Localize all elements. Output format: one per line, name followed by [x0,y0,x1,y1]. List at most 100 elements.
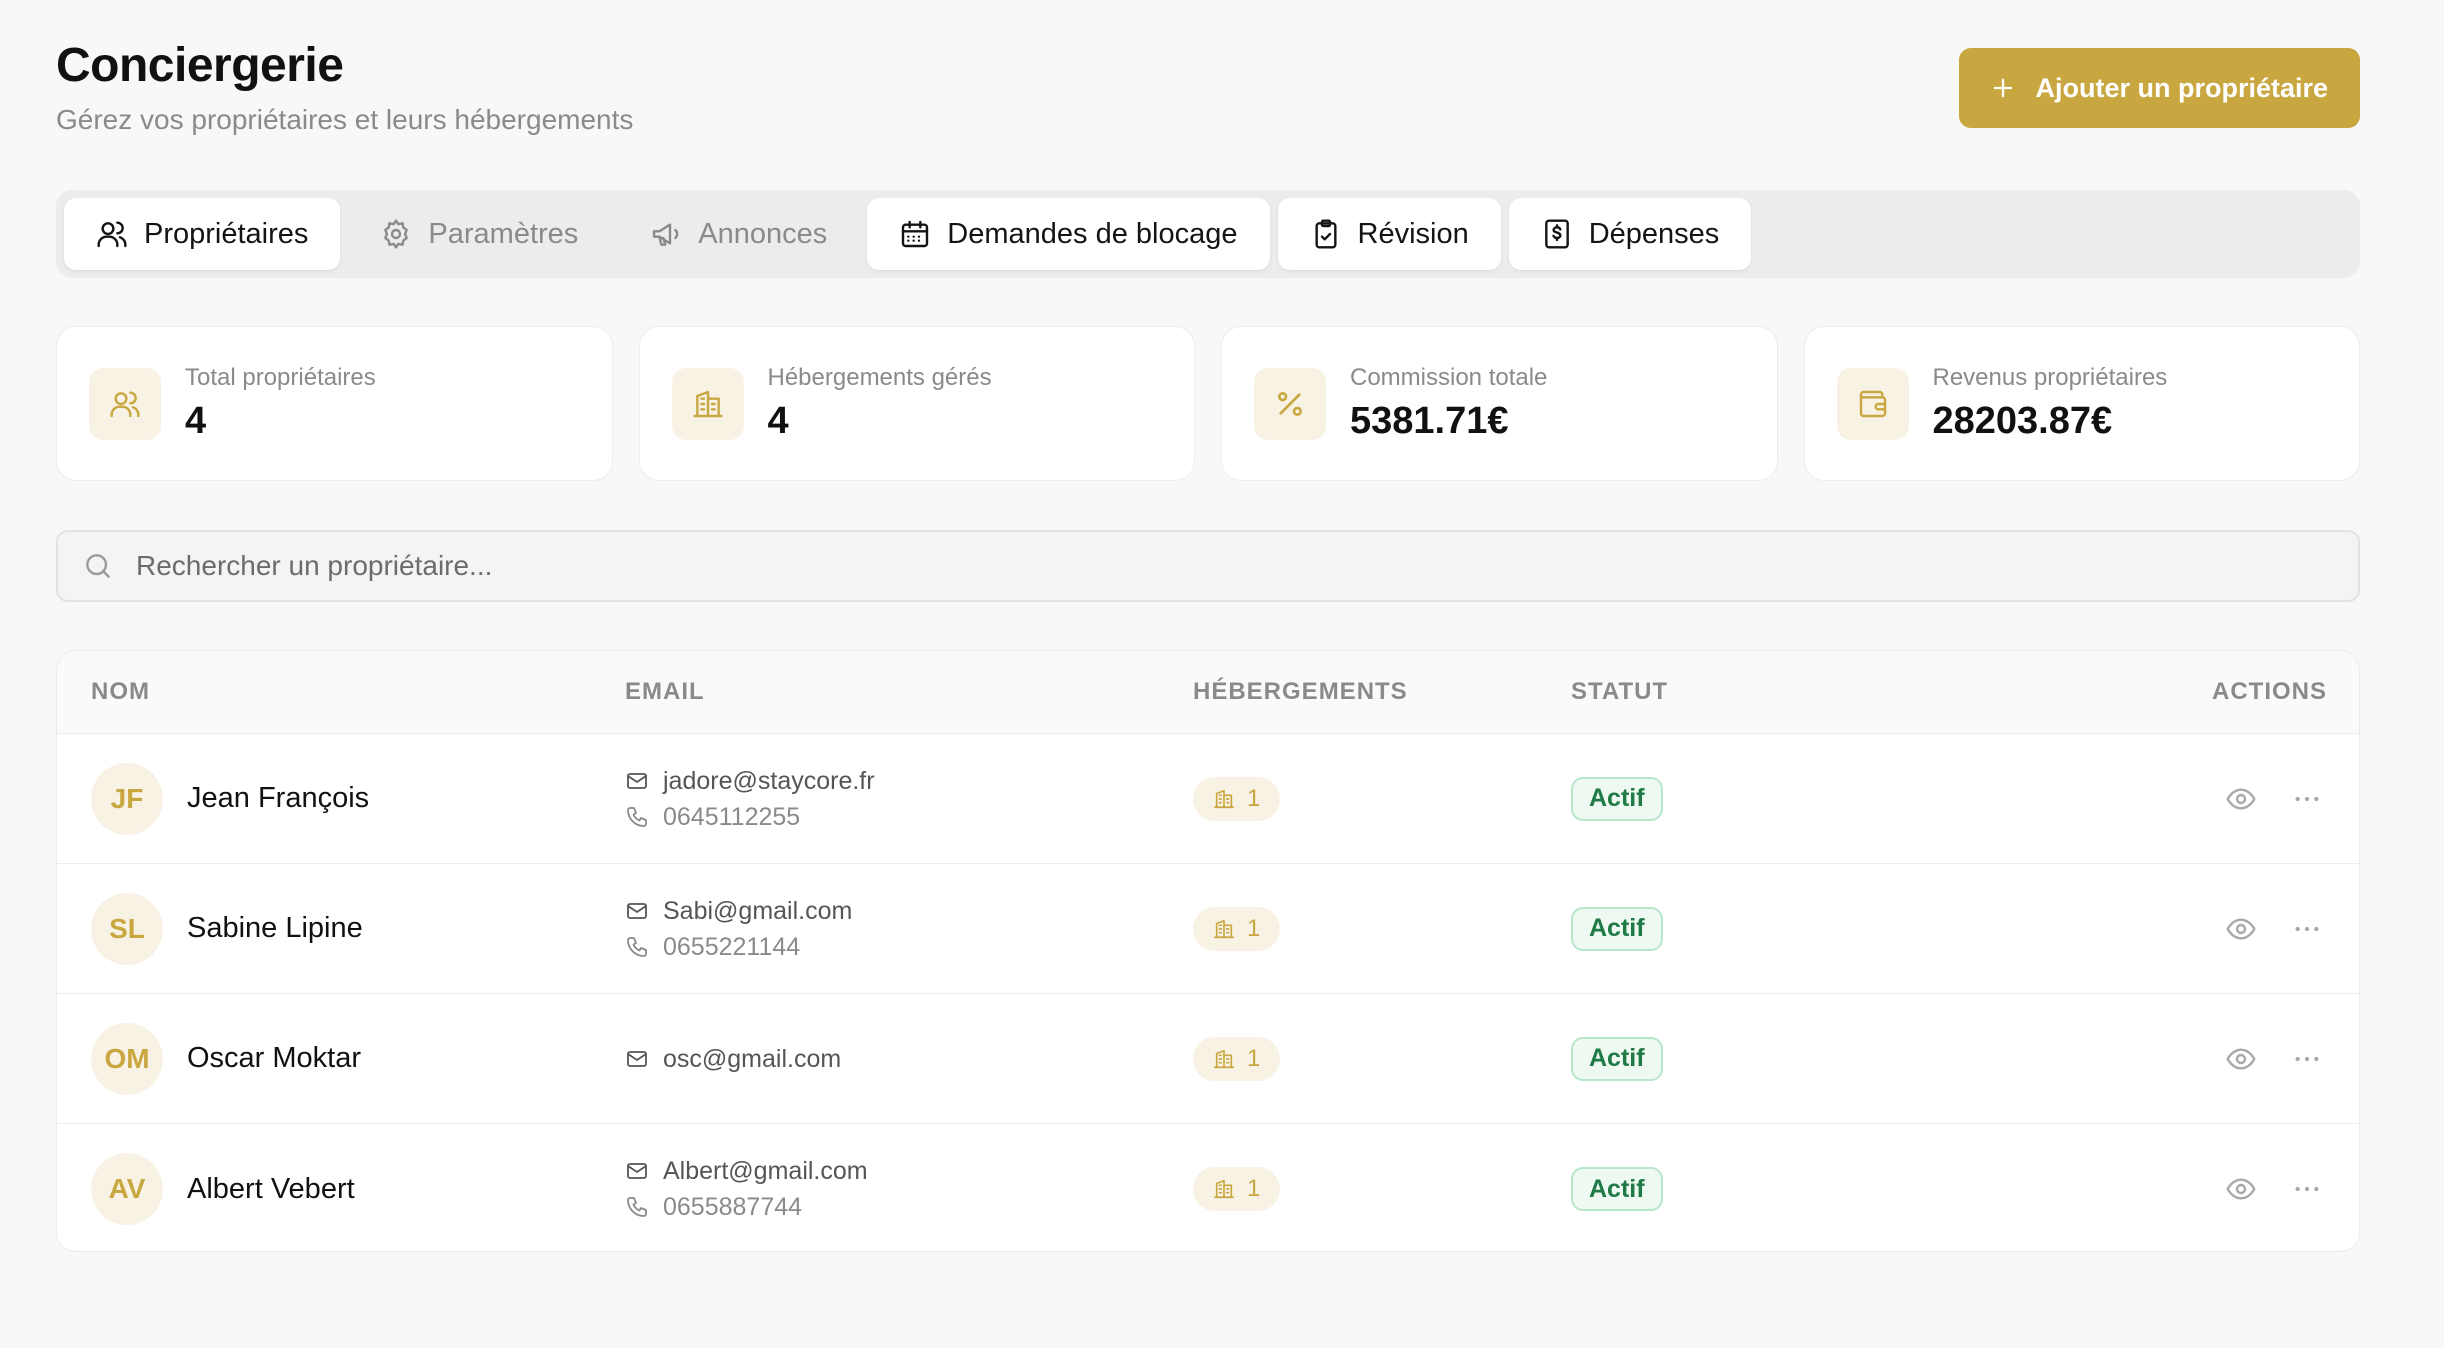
eye-icon [2226,1178,2256,1200]
table-row[interactable]: SL Sabine Lipine Sabi@gmail.com 06552211… [57,864,2359,994]
column-header-name: NOM [91,678,150,705]
email-line: Sabi@gmail.com [625,893,1193,929]
tab-label: Paramètres [428,217,579,250]
clipboard-check-icon [1314,219,1337,249]
table-row[interactable]: JF Jean François jadore@staycore.fr 0645… [57,734,2359,864]
avatar: SL [91,892,163,965]
hebergements-badge: 1 [1193,1167,1281,1211]
owner-phone: 0655221144 [663,932,801,961]
column-header-actions: ACTIONS [2212,678,2327,705]
table-header: NOM EMAIL HÉBERGEMENTS STATUT ACTIONS [57,651,2359,734]
more-horizontal-icon [2295,926,2319,931]
owner-phone: 0645112255 [663,802,801,831]
owner-name: Albert Vebert [187,1172,355,1205]
eye-icon [2226,1047,2256,1070]
users-icon [97,221,127,248]
mail-icon [627,1163,647,1179]
tab-proprietaires[interactable]: Propriétaires [64,198,341,270]
table-row[interactable]: AV Albert Vebert Albert@gmail.com 065588… [57,1124,2359,1251]
owner-email: Sabi@gmail.com [663,896,853,925]
add-owner-button[interactable]: Ajouter un propriétaire [1959,48,2360,128]
tab-label: Propriétaires [144,217,309,250]
page-header: Conciergerie Gérez vos propriétaires et … [56,36,2360,146]
stat-label: Commission totale [1350,363,1548,391]
mail-icon [627,902,647,919]
owner-name: Sabine Lipine [187,912,363,944]
tab-depenses[interactable]: Dépenses [1508,198,1752,270]
view-button[interactable] [2223,911,2259,947]
stat-value: 5381.71€ [1350,399,1509,442]
hebergements-count: 1 [1247,914,1261,942]
more-options-button[interactable] [2289,1041,2325,1077]
avatar: JF [91,762,163,835]
search-icon [86,554,110,578]
stat-card-owner-revenue: Revenus propriétaires 28203.87€ [1803,326,2360,481]
phone-icon [627,936,647,957]
building-icon [1214,919,1234,938]
wallet-icon [1859,390,1886,417]
stat-value: 4 [185,399,207,442]
email-line: jadore@staycore.fr [625,763,1193,799]
tab-parametres[interactable]: Paramètres [348,198,610,270]
status-badge: Actif [1571,1167,1663,1211]
search-bar[interactable] [56,530,2360,602]
phone-line: 0655221144 [625,929,1193,965]
hebergements-count: 1 [1247,1044,1261,1072]
table-row[interactable]: OM Oscar Moktar osc@gmail.com 1 Actif [57,994,2359,1124]
column-header-email: EMAIL [625,678,705,705]
more-options-button[interactable] [2289,781,2325,817]
owner-name: Oscar Moktar [187,1042,362,1074]
building-icon [692,390,723,417]
tab-label: Révision [1357,217,1469,250]
users-icon [110,390,140,417]
more-horizontal-icon [2295,796,2319,801]
stats-row: Total propriétaires 4 Hébergements gérés… [56,326,2360,481]
phone-icon [627,806,647,827]
search-input[interactable] [136,550,2334,582]
mail-icon [627,772,647,789]
hebergements-badge: 1 [1193,1036,1281,1081]
hebergements-badge: 1 [1193,906,1281,951]
building-icon [1214,789,1234,808]
tab-annonces[interactable]: Annonces [618,198,859,270]
status-badge: Actif [1571,906,1663,951]
megaphone-icon [653,223,679,246]
view-button[interactable] [2223,1041,2259,1077]
more-horizontal-icon [2295,1186,2319,1192]
stat-label: Revenus propriétaires [1932,363,2168,391]
more-options-button[interactable] [2289,1171,2325,1207]
eye-icon [2226,787,2256,810]
owner-email: Albert@gmail.com [663,1157,868,1185]
stat-card-total-owners: Total propriétaires 4 [56,326,613,481]
owners-table: NOM EMAIL HÉBERGEMENTS STATUT ACTIONS JF… [56,650,2360,1252]
stat-label: Total propriétaires [185,363,376,391]
receipt-dollar-icon [1544,219,1569,249]
tab-demandes-de-blocage[interactable]: Demandes de blocage [867,198,1270,270]
eye-icon [2226,917,2256,940]
building-icon [1214,1179,1234,1199]
column-header-status: STATUT [1571,678,1669,705]
owner-phone: 0655887744 [663,1193,803,1221]
more-options-button[interactable] [2289,911,2325,947]
stat-icon-wrapper [1836,367,1909,440]
view-button[interactable] [2223,1171,2259,1207]
owner-email: jadore@staycore.fr [663,766,875,795]
owner-email: osc@gmail.com [663,1044,842,1073]
view-button[interactable] [2223,781,2259,817]
add-owner-button-label: Ajouter un propriétaire [2035,72,2328,103]
more-horizontal-icon [2295,1056,2319,1061]
phone-icon [627,1197,647,1217]
status-badge: Actif [1571,1036,1663,1081]
tab-label: Demandes de blocage [947,217,1238,250]
gear-icon [384,219,409,249]
tab-revision[interactable]: Révision [1277,198,1501,270]
stat-value: 4 [767,399,789,442]
avatar: OM [91,1022,163,1095]
stat-icon-wrapper [671,367,744,440]
phone-line: 0645112255 [625,799,1193,835]
building-icon [1214,1049,1234,1068]
column-header-hebergements: HÉBERGEMENTS [1193,678,1408,705]
plus-icon [1994,78,2013,98]
hebergements-count: 1 [1247,1175,1261,1202]
calendar-icon [902,220,929,248]
